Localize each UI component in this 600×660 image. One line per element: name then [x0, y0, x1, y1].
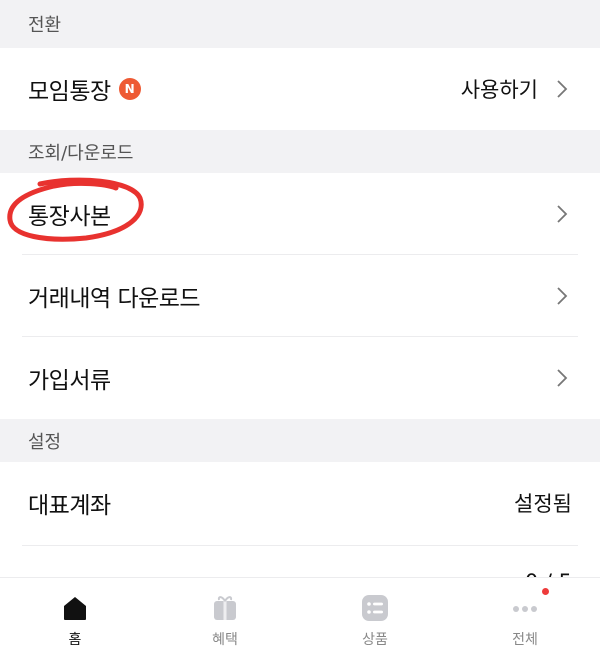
more-icon: [513, 606, 537, 612]
new-badge: N: [118, 78, 141, 100]
row-value: 사용하기: [460, 78, 538, 102]
list-icon: [362, 595, 388, 621]
tab-benefits[interactable]: 혜택: [150, 578, 300, 660]
tab-label: 홈: [68, 632, 82, 648]
section-header-transfer: 전환: [0, 0, 600, 48]
row-signup-docs[interactable]: 가입서류: [0, 337, 600, 419]
row-label: 가입서류: [28, 368, 111, 394]
tab-all[interactable]: 전체: [450, 578, 600, 660]
row-transaction-download[interactable]: 거래내역 다운로드: [0, 255, 600, 337]
chevron-right-icon: [552, 286, 572, 306]
tab-label: 상품: [362, 632, 388, 648]
row-label: 통장사본: [28, 204, 111, 230]
group-inquiry: 통장사본 거래내역 다운로드 가입서류: [0, 173, 600, 419]
group-transfer: 모임통장 N 사용하기: [0, 48, 600, 130]
section-title: 전환: [28, 15, 62, 36]
tab-home[interactable]: 홈: [0, 578, 150, 660]
row-bankbook-copy[interactable]: 통장사본: [0, 173, 600, 255]
notification-dot: [542, 588, 549, 595]
bottom-tab-bar: 홈 혜택 상품 전체: [0, 577, 600, 660]
row-label: 거래내역 다운로드: [28, 286, 201, 312]
tab-label: 전체: [512, 632, 538, 648]
row-value: 설정됨: [514, 492, 572, 516]
home-icon: [64, 597, 86, 620]
row-label: 대표계좌: [28, 493, 111, 519]
gift-icon: [214, 596, 236, 620]
tab-label: 혜택: [212, 632, 238, 648]
row-label: 모임통장: [28, 79, 111, 105]
group-settings: 대표계좌 설정됨: [0, 462, 600, 546]
section-header-settings: 설정: [0, 419, 600, 462]
chevron-right-icon: [552, 79, 572, 99]
row-main-account[interactable]: 대표계좌 설정됨: [0, 462, 600, 544]
section-title: 설정: [28, 431, 62, 453]
chevron-right-icon: [552, 204, 572, 224]
tab-products[interactable]: 상품: [300, 578, 450, 660]
section-header-inquiry: 조회/다운로드: [0, 130, 600, 173]
section-title: 조회/다운로드: [28, 142, 134, 164]
row-group-account[interactable]: 모임통장 N 사용하기: [0, 48, 600, 130]
chevron-right-icon: [552, 368, 572, 388]
